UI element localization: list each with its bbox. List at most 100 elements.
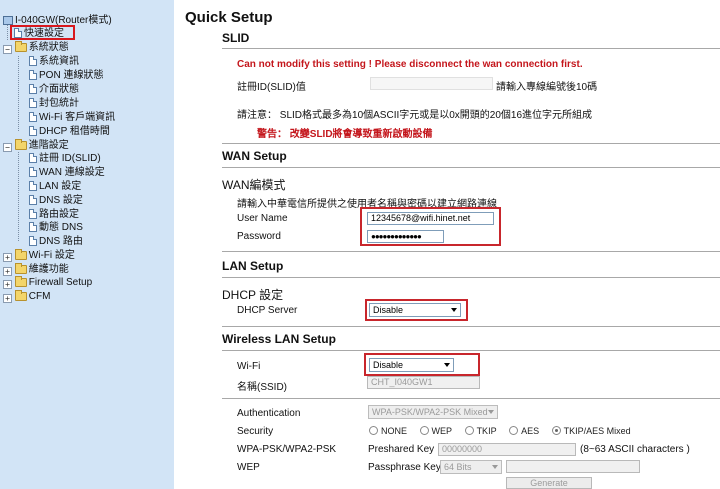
folder-open-icon bbox=[14, 139, 27, 150]
folder-open-icon bbox=[14, 41, 27, 52]
security-option-aes[interactable]: AES bbox=[509, 426, 539, 436]
security-option-tkip-aes-mixed[interactable]: TKIP/AES Mixed bbox=[551, 426, 631, 436]
main-content: Quick Setup SLID Can not modify this set… bbox=[174, 0, 720, 489]
folder-icon bbox=[14, 290, 27, 301]
page-icon bbox=[29, 181, 37, 191]
wep-label: WEP bbox=[237, 462, 260, 473]
ssid-label: 名稱(SSID) bbox=[237, 382, 287, 393]
collapse-minus-icon[interactable]: − bbox=[3, 143, 12, 152]
sidebar-item-pon-status[interactable]: PON 連線狀態 bbox=[29, 69, 103, 82]
page-icon bbox=[29, 126, 37, 136]
page-icon bbox=[29, 98, 37, 108]
sidebar-folder-advanced[interactable]: − 進階設定 bbox=[3, 139, 69, 152]
ssid-input[interactable]: CHT_I040GW1 bbox=[367, 376, 480, 389]
sidebar-item-dhcp-lease[interactable]: DHCP 租借時間 bbox=[29, 125, 110, 138]
collapse-minus-icon[interactable]: − bbox=[3, 45, 12, 54]
authentication-label: Authentication bbox=[237, 408, 301, 419]
sidebar-item-dns-route[interactable]: DNS 路由 bbox=[29, 235, 83, 248]
section-divider bbox=[222, 326, 720, 327]
security-option-tkip[interactable]: TKIP bbox=[464, 426, 497, 436]
wan-credentials-highlight-box bbox=[360, 207, 501, 246]
slid-section-title: SLID bbox=[222, 31, 250, 45]
sidebar-item-interface-status[interactable]: 介面狀態 bbox=[29, 83, 79, 96]
radio-icon bbox=[509, 426, 519, 435]
preshared-key-hint: (8~63 ASCII characters ) bbox=[580, 444, 690, 455]
wifi-label: Wi-Fi bbox=[237, 361, 261, 372]
page-icon bbox=[29, 153, 37, 163]
authentication-select[interactable]: WPA-PSK/WPA2-PSK Mixed bbox=[368, 405, 498, 419]
sidebar-item-wifi-clients[interactable]: Wi-Fi 客戶端資訊 bbox=[29, 111, 115, 124]
expand-plus-icon[interactable]: + bbox=[3, 280, 12, 289]
navigation-sidebar: I-040GW(Router模式) 快速設定 − 系統狀態 系統資訊 PON 連… bbox=[0, 0, 174, 489]
section-divider bbox=[222, 398, 720, 399]
section-divider bbox=[222, 167, 720, 168]
dhcp-settings-title: DHCP 設定 bbox=[222, 288, 284, 302]
sidebar-folder-cfm[interactable]: + CFM bbox=[3, 290, 50, 303]
slid-value-input[interactable] bbox=[370, 77, 493, 90]
page-icon bbox=[29, 236, 37, 246]
sidebar-item-slid[interactable]: 註冊 ID(SLID) bbox=[29, 152, 101, 165]
folder-icon bbox=[14, 249, 27, 260]
security-option-none[interactable]: NONE bbox=[369, 426, 407, 436]
sidebar-folder-wifi[interactable]: + Wi-Fi 設定 bbox=[3, 249, 75, 262]
sidebar-item-wan[interactable]: WAN 連線設定 bbox=[29, 166, 105, 179]
section-divider bbox=[222, 48, 720, 49]
passphrase-key-label: Passphrase Key: bbox=[368, 462, 444, 473]
radio-selected-icon bbox=[551, 426, 561, 435]
wep-bits-value: 64 Bits bbox=[444, 462, 472, 472]
page-icon bbox=[29, 195, 37, 205]
tree-connector bbox=[18, 56, 19, 131]
passphrase-key-input[interactable] bbox=[506, 460, 640, 473]
wan-section-title: WAN Setup bbox=[222, 149, 287, 163]
dropdown-arrow-icon bbox=[492, 465, 498, 469]
wep-bits-select[interactable]: 64 Bits bbox=[440, 460, 502, 474]
section-divider bbox=[222, 251, 720, 252]
expand-plus-icon[interactable]: + bbox=[3, 267, 12, 276]
sidebar-item-ddns[interactable]: 動態 DNS bbox=[29, 221, 83, 234]
password-label: Password bbox=[237, 231, 281, 242]
page-icon bbox=[29, 222, 37, 232]
wireless-section-title: Wireless LAN Setup bbox=[222, 332, 336, 346]
security-label: Security bbox=[237, 426, 274, 437]
generate-button[interactable]: Generate bbox=[506, 477, 592, 489]
security-radio-group: NONE WEP TKIP AES TKIP/AES Mixed bbox=[369, 426, 641, 436]
slid-format-note: 請注意： SLID格式最多為10個ASCII字元或是以0x開頭的20個16進位字… bbox=[237, 110, 593, 121]
section-divider bbox=[222, 350, 720, 351]
preshared-key-input[interactable]: 00000000 bbox=[438, 443, 576, 456]
slid-value-hint: 請輸入專線編號後10碼 bbox=[496, 82, 598, 93]
lan-section-title: LAN Setup bbox=[222, 259, 284, 273]
dhcp-server-highlight-box bbox=[365, 299, 468, 321]
authentication-value: WPA-PSK/WPA2-PSK Mixed bbox=[372, 407, 488, 417]
slid-value-label: 註冊ID(SLID)值 bbox=[237, 82, 306, 93]
page-icon bbox=[29, 167, 37, 177]
section-divider bbox=[222, 143, 720, 144]
radio-icon bbox=[369, 426, 378, 435]
slid-reboot-warning: 警告： 改變SLID將會導致重新啟動設備 bbox=[257, 129, 433, 140]
security-option-wep[interactable]: WEP bbox=[419, 426, 452, 436]
sidebar-item-routing[interactable]: 路由設定 bbox=[29, 208, 79, 221]
page-icon bbox=[29, 56, 37, 66]
sidebar-item-system-info[interactable]: 系統資訊 bbox=[29, 55, 79, 68]
sidebar-item-dns[interactable]: DNS 設定 bbox=[29, 194, 83, 207]
slid-disconnect-warning: Can not modify this setting ! Please dis… bbox=[237, 59, 583, 70]
section-divider bbox=[222, 277, 720, 278]
sidebar-folder-maintenance[interactable]: + 維護功能 bbox=[3, 263, 69, 276]
wpa-psk-label: WPA-PSK/WPA2-PSK bbox=[237, 444, 337, 455]
sidebar-item-packet-stats[interactable]: 封包統計 bbox=[29, 97, 79, 110]
preshared-key-label: Preshared Key bbox=[368, 444, 435, 455]
tree-connector bbox=[18, 152, 19, 241]
folder-icon bbox=[14, 276, 27, 287]
radio-icon bbox=[419, 426, 429, 435]
expand-plus-icon[interactable]: + bbox=[3, 294, 12, 303]
sidebar-folder-firewall[interactable]: + Firewall Setup bbox=[3, 276, 92, 289]
radio-icon bbox=[464, 426, 474, 435]
expand-plus-icon[interactable]: + bbox=[3, 253, 12, 262]
username-label: User Name bbox=[237, 213, 288, 224]
page-icon bbox=[29, 84, 37, 94]
router-icon bbox=[3, 16, 13, 25]
page-icon bbox=[29, 70, 37, 80]
sidebar-folder-system-status[interactable]: − 系統狀態 bbox=[3, 41, 69, 54]
sidebar-item-lan[interactable]: LAN 設定 bbox=[29, 180, 81, 193]
dropdown-arrow-icon bbox=[488, 410, 494, 414]
page-title: Quick Setup bbox=[185, 9, 273, 26]
